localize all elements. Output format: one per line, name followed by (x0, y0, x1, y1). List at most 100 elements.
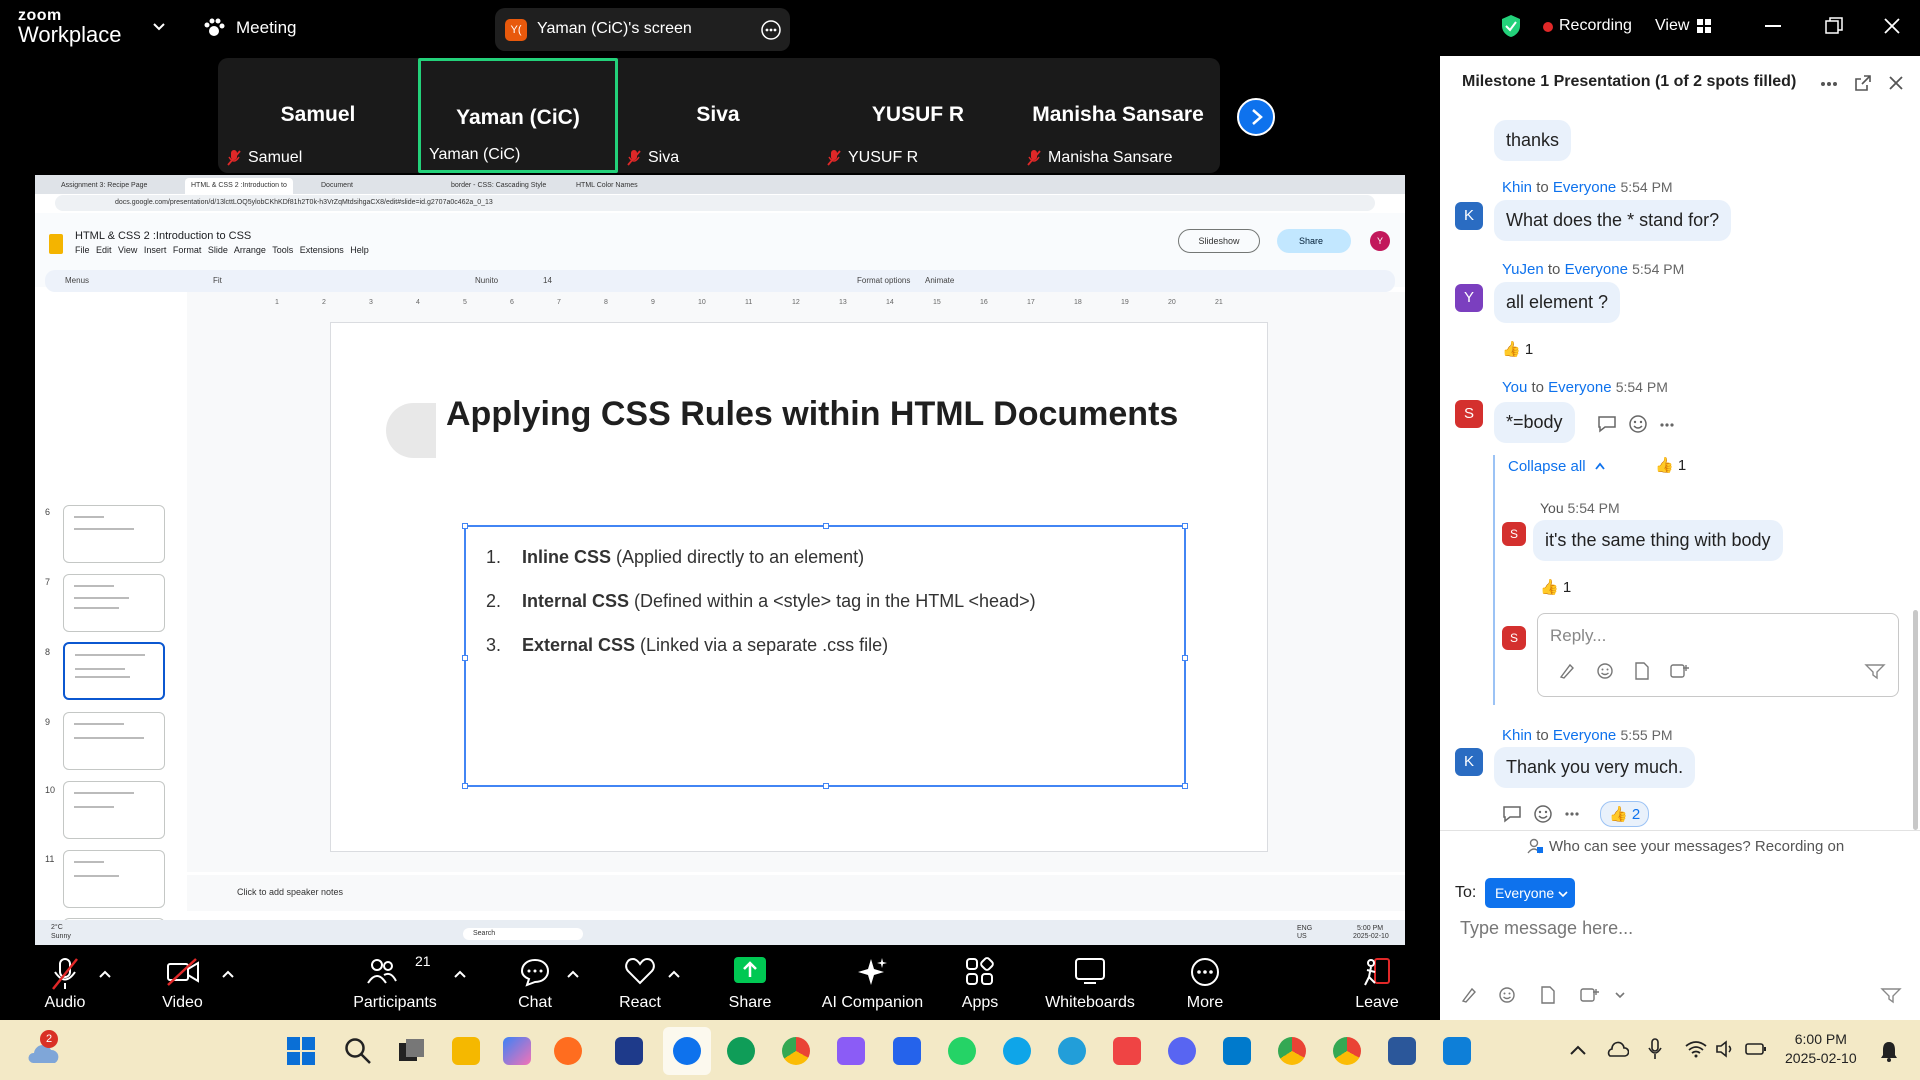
firefox-icon[interactable] (554, 1037, 582, 1065)
security-shield-icon[interactable] (1500, 14, 1522, 38)
chat-message-bubble[interactable]: *=body (1494, 402, 1575, 443)
more-options-icon[interactable] (761, 20, 781, 40)
chat-scrollbar[interactable] (1913, 610, 1918, 830)
leave-button[interactable]: Leave (1347, 945, 1407, 1020)
skype-icon[interactable] (1003, 1037, 1031, 1065)
slide-thumbnail[interactable] (63, 781, 165, 839)
resize-handle[interactable] (462, 655, 468, 661)
account-avatar[interactable]: Y (1370, 231, 1390, 251)
browser-tab-active[interactable]: HTML & CSS 2 :Introduction to (185, 178, 293, 194)
menu-bar[interactable]: File Edit View Insert Format Slide Arran… (75, 245, 369, 255)
chrome-profile-icon[interactable] (1333, 1037, 1361, 1065)
chrome-profile-icon[interactable] (1278, 1037, 1306, 1065)
avatar[interactable]: K (1455, 748, 1483, 776)
chat-message-bubble[interactable]: thanks (1494, 120, 1572, 161)
screenshot-icon[interactable] (1580, 986, 1600, 1004)
chevron-up-icon[interactable] (99, 970, 111, 978)
emoji-icon[interactable] (1596, 662, 1614, 680)
format-text-icon[interactable] (1460, 986, 1478, 1004)
send-icon[interactable] (1864, 662, 1886, 680)
message-input[interactable]: Type message here... (1460, 918, 1633, 939)
meeting-label[interactable]: Meeting (236, 18, 296, 38)
participant-tile[interactable]: YUSUF R YUSUF R (818, 58, 1018, 173)
close-chat-icon[interactable] (1889, 76, 1903, 90)
discord-icon[interactable] (1168, 1037, 1196, 1065)
file-icon[interactable] (1540, 986, 1556, 1004)
reaction-badge[interactable]: 👍 1 (1540, 578, 1571, 596)
resize-handle[interactable] (1182, 523, 1188, 529)
participants-button[interactable]: 21 Participants (350, 945, 440, 1020)
react-button[interactable]: React (610, 945, 670, 1020)
zoom-app-icon[interactable] (673, 1037, 701, 1065)
avatar[interactable]: S (1502, 522, 1526, 546)
recipient-dropdown[interactable]: Everyone (1485, 878, 1575, 908)
reaction-badge[interactable]: 👍 2 (1600, 801, 1650, 827)
anydesk-icon[interactable] (1113, 1037, 1141, 1065)
edge-icon[interactable] (727, 1037, 755, 1065)
speaker-notes-placeholder[interactable]: Click to add speaker notes (237, 887, 343, 897)
resize-handle[interactable] (1182, 655, 1188, 661)
slides-app-icon[interactable] (49, 234, 63, 254)
audio-button[interactable]: Audio (30, 945, 100, 1020)
avatar[interactable]: S (1455, 400, 1483, 428)
chevron-up-icon[interactable] (1570, 1045, 1586, 1055)
menus-search[interactable]: Menus (65, 276, 89, 285)
apps-button[interactable]: Apps (950, 945, 1010, 1020)
resize-handle[interactable] (1182, 783, 1188, 789)
grid-view-icon[interactable] (1697, 19, 1711, 33)
slide-thumbnail-selected[interactable] (63, 642, 165, 700)
chevron-up-icon[interactable] (668, 970, 680, 978)
word-icon[interactable] (1388, 1037, 1416, 1065)
close-window-icon[interactable] (1883, 17, 1901, 35)
browser-tab[interactable]: Assignment 3: Recipe Page (55, 178, 153, 194)
whatsapp-icon[interactable] (948, 1037, 976, 1065)
wifi-icon[interactable] (1685, 1040, 1707, 1058)
avatar[interactable]: S (1502, 626, 1526, 650)
notification-bell-icon[interactable] (1878, 1040, 1900, 1062)
chat-message-bubble[interactable]: What does the * stand for? (1494, 200, 1732, 241)
reaction-badge[interactable]: 👍 1 (1655, 456, 1686, 474)
keyboard-app-icon[interactable] (893, 1037, 921, 1065)
remote-search-box[interactable]: Search (463, 928, 583, 940)
visibility-notice[interactable]: Who can see your messages? Recording on (1549, 838, 1844, 855)
chrome-icon[interactable] (782, 1037, 810, 1065)
onedrive-cloud-icon[interactable] (1605, 1040, 1629, 1058)
chat-message-bubble[interactable]: Thank you very much. (1494, 747, 1696, 788)
slide-thumbnail[interactable] (63, 574, 165, 632)
slide-title[interactable]: Applying CSS Rules within HTML Documents (446, 395, 1178, 434)
format-options-button[interactable]: Format options (857, 276, 910, 285)
volume-icon[interactable] (1715, 1040, 1735, 1058)
zoom-select[interactable]: Fit (213, 276, 222, 285)
emoji-icon[interactable] (1498, 986, 1516, 1004)
more-options-icon[interactable] (1565, 812, 1579, 816)
speaker-notes-area[interactable] (187, 875, 1405, 911)
telegram-icon[interactable] (1058, 1037, 1086, 1065)
slide-thumbnail[interactable] (63, 712, 165, 770)
participant-tile-active-speaker[interactable]: Yaman (CiC) Yaman (CiC) (418, 58, 618, 173)
microphone-icon[interactable] (1648, 1038, 1662, 1060)
slideshow-button[interactable]: Slideshow (1178, 229, 1260, 253)
next-participants-button[interactable] (1237, 98, 1275, 136)
participant-tile[interactable]: Manisha Sansare Manisha Sansare (1018, 58, 1218, 173)
pop-out-icon[interactable] (1855, 75, 1871, 91)
participant-tile[interactable]: Samuel Samuel (218, 58, 418, 173)
file-icon[interactable] (1634, 662, 1650, 680)
view-menu-label[interactable]: View (1655, 17, 1689, 35)
selected-text-box[interactable]: 1. Inline CSS (Applied directly to an ele… (462, 523, 1188, 789)
file-explorer-icon[interactable] (452, 1037, 480, 1065)
chevron-up-icon[interactable] (222, 970, 234, 978)
task-view-icon[interactable] (398, 1038, 426, 1064)
video-button[interactable]: Video (145, 945, 220, 1020)
resize-handle[interactable] (462, 783, 468, 789)
resize-handle[interactable] (823, 523, 829, 529)
participant-tile[interactable]: Siva Siva (618, 58, 818, 173)
ai-companion-button[interactable]: AI Companion (820, 945, 925, 1020)
avatar[interactable]: Y (1455, 284, 1483, 312)
whiteboards-button[interactable]: Whiteboards (1040, 945, 1140, 1020)
windows-start-icon[interactable] (287, 1037, 315, 1065)
animate-button[interactable]: Animate (925, 276, 954, 285)
format-text-icon[interactable] (1558, 662, 1576, 680)
browser-tab[interactable]: HTML Color Names (570, 178, 644, 194)
add-reaction-icon[interactable] (1628, 414, 1648, 434)
address-bar[interactable]: docs.google.com/presentation/d/13lcttLOQ… (55, 195, 1375, 211)
